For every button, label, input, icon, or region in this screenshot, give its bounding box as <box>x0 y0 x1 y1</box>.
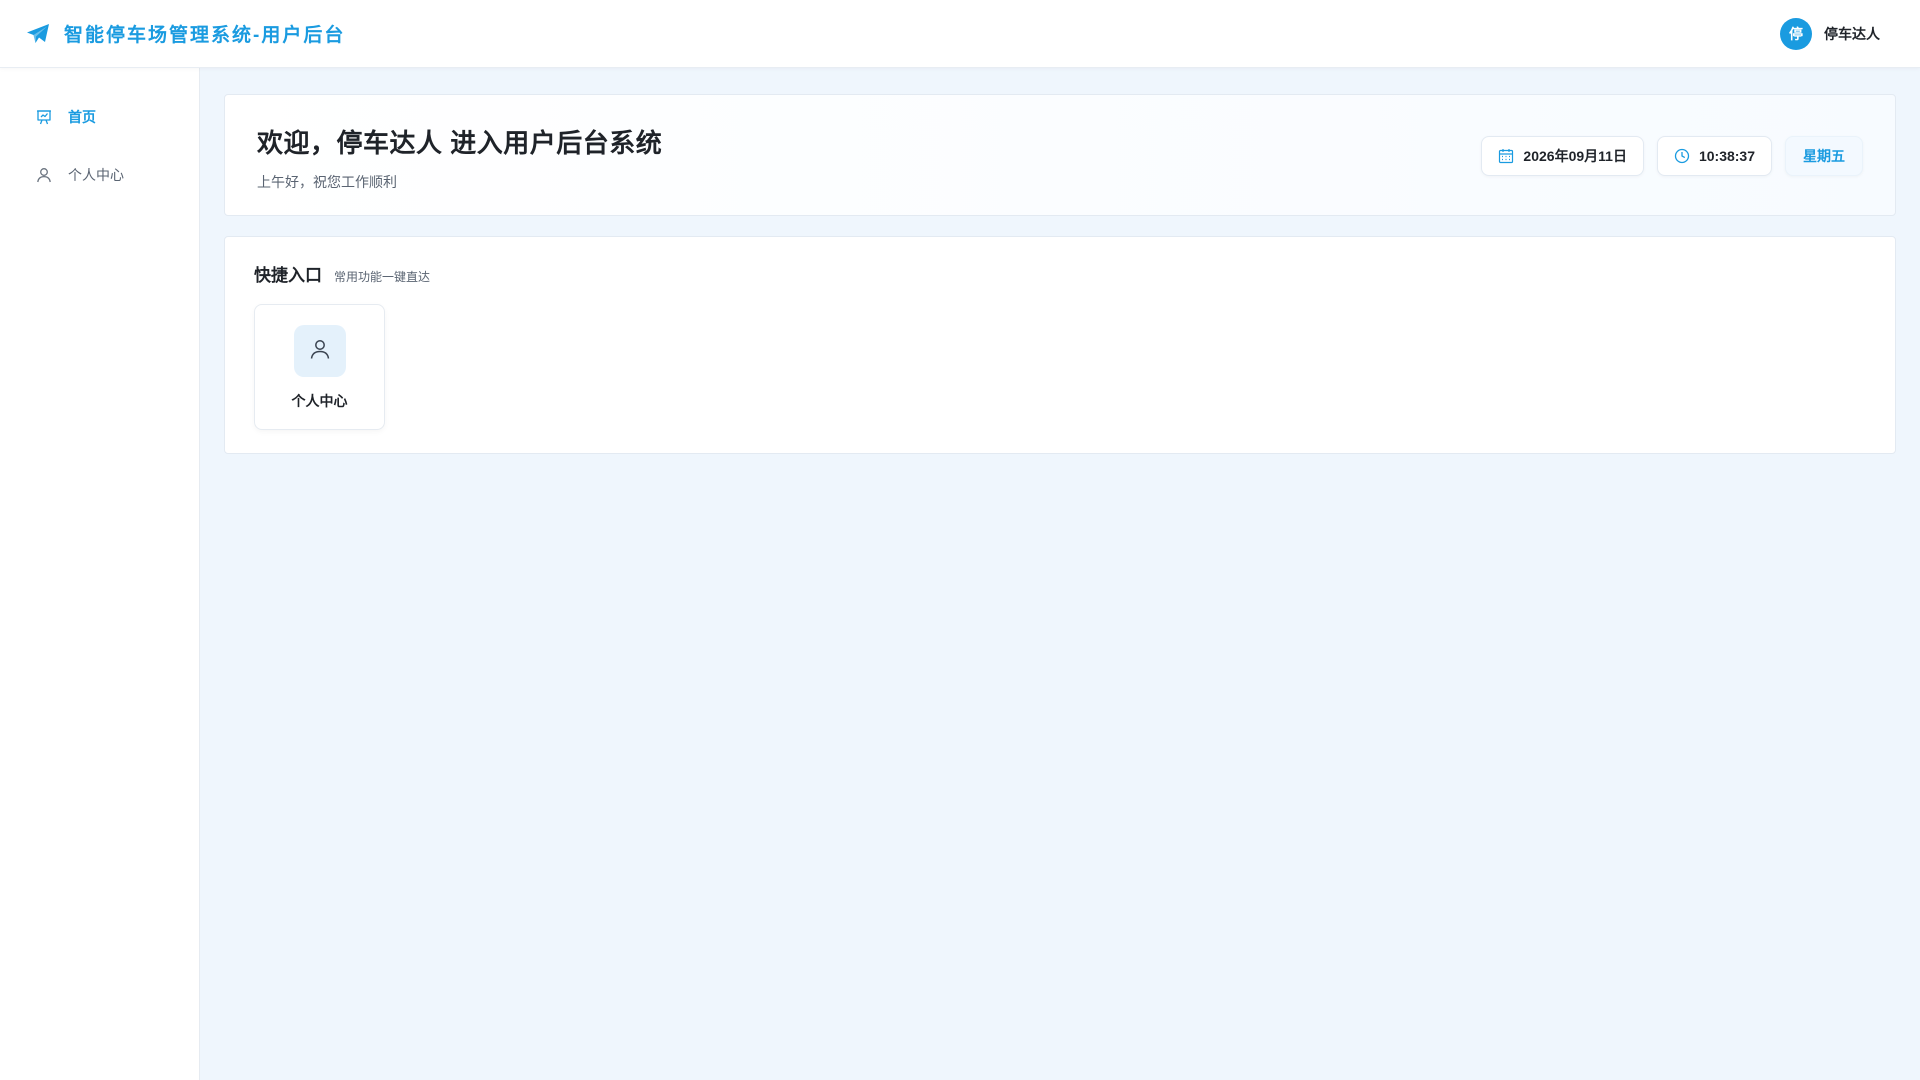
quick-access-header: 快捷入口 常用功能一键直达 <box>254 261 1866 286</box>
sidebar-item-label: 首页 <box>68 109 96 125</box>
paper-plane-icon <box>26 22 50 46</box>
presentation-chart-icon <box>36 109 52 125</box>
app-title: 智能停车场管理系统-用户后台 <box>64 25 346 46</box>
quick-item-profile[interactable]: 个人中心 <box>254 304 385 430</box>
quick-access-card: 快捷入口 常用功能一键直达 个人中心 <box>224 236 1896 454</box>
date-text: 2026年09月11日 <box>1523 148 1627 164</box>
sidebar-item-label: 个人中心 <box>68 167 124 183</box>
calendar-icon <box>1498 148 1514 164</box>
quick-access-title: 快捷入口 <box>254 266 322 285</box>
time-chip: 10:38:37 <box>1656 136 1772 176</box>
quick-item-label: 个人中心 <box>291 393 348 409</box>
avatar[interactable]: 停 <box>1780 17 1812 50</box>
user-menu[interactable]: 停 停车达人 <box>1780 17 1880 50</box>
clock-icon <box>1674 148 1690 164</box>
welcome-card: 欢迎，停车达人 进入用户后台系统 上午好，祝您工作顺利 2026年09月11日 … <box>224 94 1896 216</box>
weekday-chip: 星期五 <box>1785 136 1863 176</box>
quick-item-icon-box <box>293 325 346 377</box>
user-name[interactable]: 停车达人 <box>1824 24 1880 44</box>
quick-access-subtitle: 常用功能一键直达 <box>334 270 431 284</box>
sidebar-item-profile[interactable]: 个人中心 <box>0 158 199 192</box>
sidebar-item-home[interactable]: 首页 <box>0 100 199 134</box>
time-text: 10:38:37 <box>1698 148 1755 164</box>
brand[interactable]: 智能停车场管理系统-用户后台 <box>26 20 345 47</box>
weekday-text: 星期五 <box>1803 148 1845 164</box>
user-icon <box>36 167 52 183</box>
date-time-info: 2026年09月11日 10:38:37 星期五 <box>1481 136 1863 176</box>
sidebar: 首页 个人中心 <box>0 68 200 1080</box>
top-header: 智能停车场管理系统-用户后台 停 停车达人 <box>0 0 1920 68</box>
user-icon <box>308 337 332 366</box>
quick-access-grid: 个人中心 <box>254 304 1866 430</box>
date-chip: 2026年09月11日 <box>1481 136 1644 176</box>
